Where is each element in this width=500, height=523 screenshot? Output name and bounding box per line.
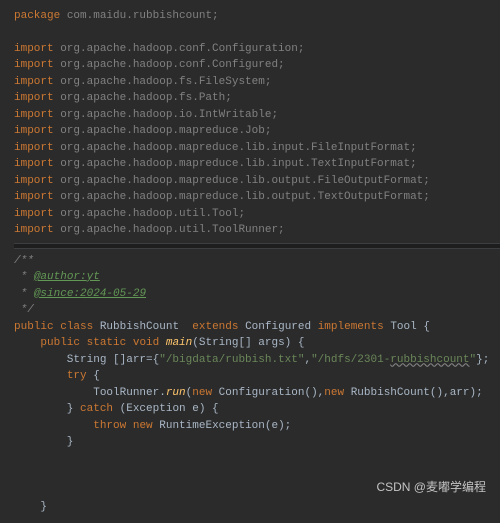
code-editor[interactable]: package com.maidu.rubbishcount; import o…: [0, 0, 500, 523]
main-method: public static void main(String[] args) {: [14, 335, 500, 352]
import-line: import org.apache.hadoop.mapreduce.lib.i…: [14, 140, 500, 157]
watermark: CSDN @麦嘟学编程: [376, 478, 486, 496]
editor-separator: [14, 243, 500, 249]
javadoc-open: /**: [14, 253, 500, 270]
throw-statement: throw new RuntimeException(e);: [14, 418, 500, 435]
catch-block: } catch (Exception e) {: [14, 401, 500, 418]
brace-close: }: [14, 434, 500, 451]
keyword-package: package: [14, 10, 60, 22]
method-close: }: [14, 499, 500, 516]
import-line: import org.apache.hadoop.mapreduce.Job;: [14, 123, 500, 140]
javadoc-author: * @author:yt: [14, 269, 500, 286]
class-declaration: public class RubbishCount extends Config…: [14, 319, 500, 336]
package-line: package com.maidu.rubbishcount;: [14, 8, 500, 25]
import-line: import org.apache.hadoop.io.IntWritable;: [14, 107, 500, 124]
import-line: import org.apache.hadoop.mapreduce.lib.o…: [14, 173, 500, 190]
import-line: import org.apache.hadoop.conf.Configured…: [14, 57, 500, 74]
javadoc-close: */: [14, 302, 500, 319]
import-line: import org.apache.hadoop.fs.FileSystem;: [14, 74, 500, 91]
import-line: import org.apache.hadoop.mapreduce.lib.o…: [14, 189, 500, 206]
import-line: import org.apache.hadoop.conf.Configurat…: [14, 41, 500, 58]
import-line: import org.apache.hadoop.fs.Path;: [14, 90, 500, 107]
toolrunner-call: ToolRunner.run(new Configuration(),new R…: [14, 385, 500, 402]
try-block: try {: [14, 368, 500, 385]
import-line: import org.apache.hadoop.util.ToolRunner…: [14, 222, 500, 239]
blank-line: [14, 451, 500, 467]
blank-line: [14, 25, 500, 41]
import-line: import org.apache.hadoop.mapreduce.lib.i…: [14, 156, 500, 173]
javadoc-since: * @since:2024-05-29: [14, 286, 500, 303]
import-line: import org.apache.hadoop.util.Tool;: [14, 206, 500, 223]
array-declaration: String []arr={"/bigdata/rubbish.txt","/h…: [14, 352, 500, 369]
